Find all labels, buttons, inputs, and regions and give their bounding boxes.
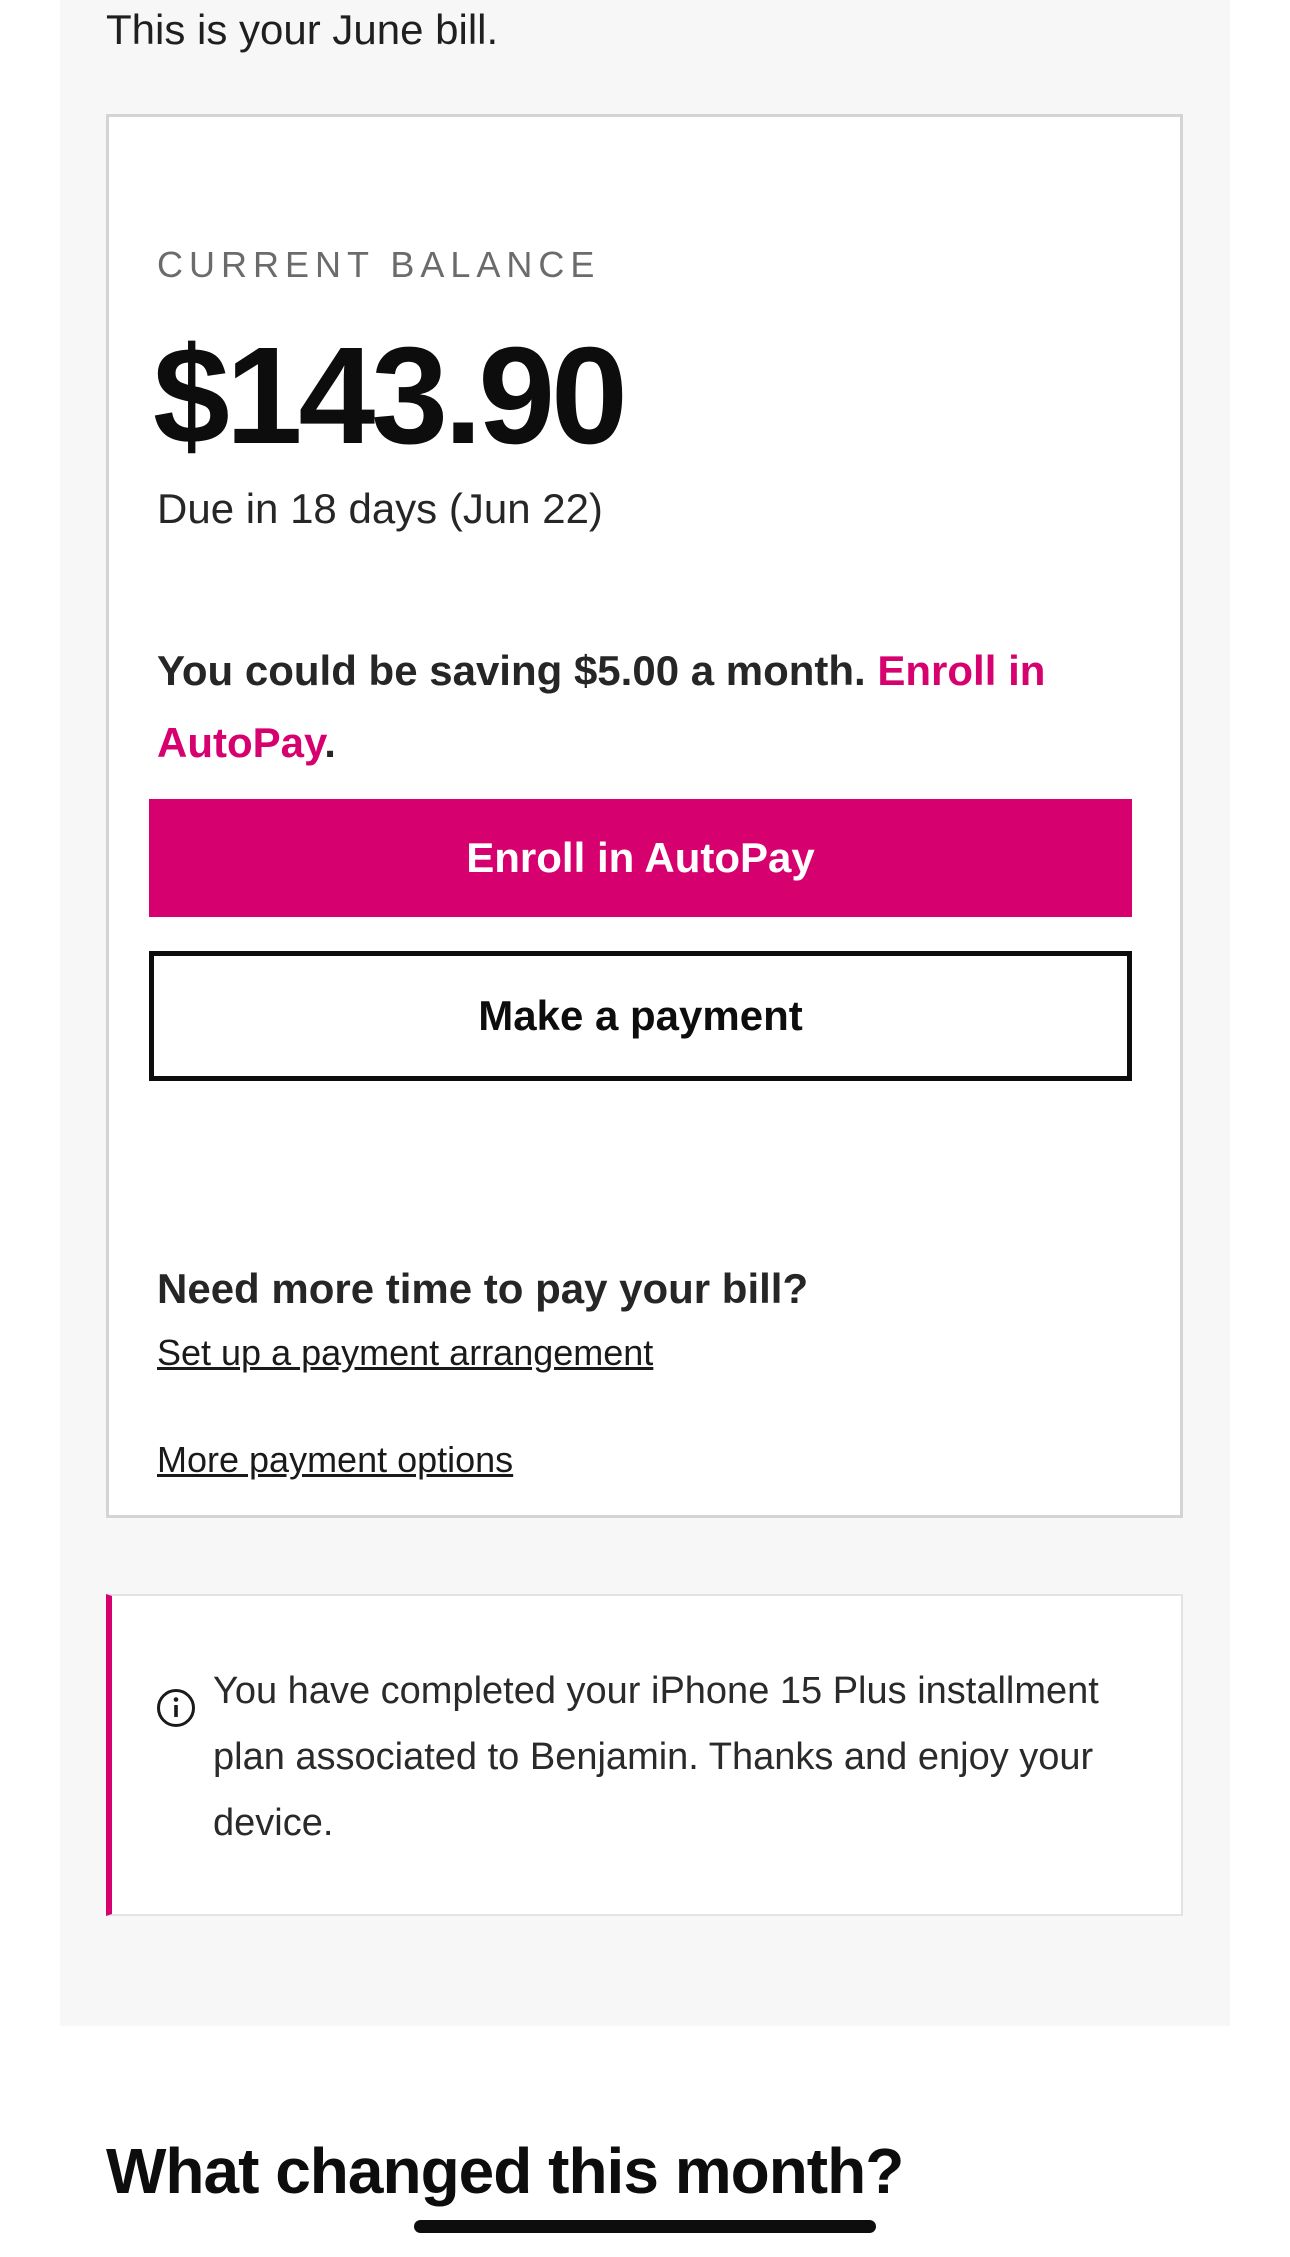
info-icon [156,1688,196,1728]
installment-notice-text: You have completed your iPhone 15 Plus i… [213,1670,1099,1844]
savings-period: . [324,719,336,766]
section-heading: What changed this month? [106,2135,904,2207]
balance-amount: $143.90 [153,319,628,473]
payment-arrangement-link[interactable]: Set up a payment arrangement [157,1332,653,1374]
bill-intro-text: This is your June bill. [106,6,499,53]
make-payment-button[interactable]: Make a payment [149,951,1132,1081]
heading-underline [414,2220,876,2233]
enroll-autopay-button[interactable]: Enroll in AutoPay [149,799,1132,917]
balance-label: CURRENT BALANCE [157,244,601,285]
more-payment-options-link[interactable]: More payment options [157,1439,513,1481]
savings-text: You could be saving $5.00 a month. [157,647,878,694]
due-date-text: Due in 18 days (Jun 22) [157,485,603,532]
installment-notice: You have completed your iPhone 15 Plus i… [106,1594,1183,1916]
payment-arrangement-question: Need more time to pay your bill? [157,1265,809,1312]
balance-card: CURRENT BALANCE $143.90 Due in 18 days (… [106,114,1183,1518]
autopay-savings-message: You could be saving $5.00 a month. Enrol… [157,635,1097,779]
